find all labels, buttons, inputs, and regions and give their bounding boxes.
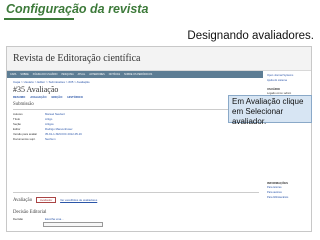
callout-text: Em Avaliação clique em Selecionar avalia… — [232, 97, 304, 126]
submission-row-editor: Editor Rodrigo Manvenhuser — [13, 127, 73, 131]
row-value[interactable]: Rodrigo Manvenhuser — [45, 127, 73, 131]
tab-summary[interactable]: RESUMO — [13, 95, 25, 99]
sidebar-heading-info: INFORMAÇÕES — [267, 181, 288, 185]
row-label: Seção — [13, 122, 21, 126]
sidebar-heading-user: USUÁRIO — [267, 87, 280, 91]
row-label: Versão para avaliar — [13, 132, 38, 136]
nav-item-sobre[interactable]: SOBRE — [20, 73, 28, 76]
section-heading-editorial-decision: Decisão Editorial — [13, 210, 47, 215]
evaluation-row: Avaliação Avaliador Ver escolhidos de av… — [13, 197, 97, 203]
section-divider — [13, 109, 259, 110]
row-value: Artigos — [45, 122, 54, 126]
decision-comment-box[interactable] — [43, 222, 103, 227]
tab-history[interactable]: HISTÓRICO — [67, 95, 83, 99]
row-label: Decisão — [13, 217, 24, 221]
title-underline — [4, 18, 74, 20]
select-reviewer-button[interactable]: Avaliador — [36, 197, 57, 203]
section-heading-evaluation: Avaliação — [13, 197, 33, 203]
submission-row-section: Seção Artigos — [13, 122, 54, 126]
section-divider — [13, 192, 259, 193]
tab-evaluation[interactable]: AVALIAÇÃO — [30, 95, 46, 99]
nav-item-about-journals[interactable]: SOBRE OS PERIÓDICOS — [124, 73, 152, 76]
submission-row-supp-files: Documentos supl. Nenhum — [13, 137, 56, 141]
nav-item-search[interactable]: PESQUISA — [61, 73, 73, 76]
tab-editing[interactable]: EDIÇÃO — [52, 95, 63, 99]
sidebar-info-readers[interactable]: Para leitores — [267, 186, 282, 189]
row-label: Autores — [13, 112, 23, 116]
submission-row-review-version: Versão para avaliar 35-91-1-SM.DOC 2012-… — [13, 132, 82, 136]
row-value: Artigo — [45, 117, 53, 121]
section-heading-submission: Submissão — [13, 102, 34, 107]
screenshot-frame: Revista de Editoração científica CAPA SO… — [6, 46, 312, 232]
top-nav: CAPA SOBRE PÁGINA DO USUÁRIO PESQUISA AT… — [7, 71, 263, 78]
submission-row-title: Título Artigo — [13, 117, 52, 121]
journal-title: Revista de Editoração científica — [13, 53, 141, 64]
nav-item-capa[interactable]: CAPA — [10, 73, 16, 76]
sidebar-link-ojs[interactable]: Open Journal Systems — [267, 74, 293, 77]
row-label: Documentos supl. — [13, 137, 36, 141]
nav-item-news[interactable]: NOTÍCIAS — [109, 73, 120, 76]
nav-item-user-page[interactable]: PÁGINA DO USUÁRIO — [33, 73, 58, 76]
submission-row-authors: Autores Manuel Neubert — [13, 112, 65, 116]
row-label: Editor — [13, 127, 21, 131]
submission-tabs: RESUMO AVALIAÇÃO EDIÇÃO HISTÓRICO — [13, 95, 83, 99]
row-value: Nenhum — [45, 137, 56, 141]
slide-subtitle: Designando avaliadores. — [187, 30, 314, 42]
slide-title: Configuração da revista — [6, 2, 149, 16]
sidebar-link-help[interactable]: Ajuda do sistema — [267, 79, 287, 82]
row-value[interactable]: Manuel Neubert — [45, 112, 65, 116]
decision-row: Decisão Escolha uma... — [13, 217, 64, 221]
nav-item-archive[interactable]: ANTERIORES — [89, 73, 105, 76]
decision-select[interactable]: Escolha uma... — [45, 217, 64, 221]
sidebar-info-authors[interactable]: Para autores — [267, 191, 282, 194]
view-reviewers-link[interactable]: Ver escolhidos de avaliadores — [60, 198, 97, 202]
nav-item-current[interactable]: ATUAL — [78, 73, 86, 76]
row-value[interactable]: 35-91-1-SM.DOC 2012-05-16 — [45, 132, 82, 136]
sidebar-info-librarians[interactable]: Para bibliotecários — [267, 196, 288, 199]
page-title: #35 Avaliação — [13, 85, 59, 94]
breadcrumb[interactable]: Capa > Usuário > Editor > Submissões > #… — [13, 80, 90, 84]
row-label: Título — [13, 117, 20, 121]
